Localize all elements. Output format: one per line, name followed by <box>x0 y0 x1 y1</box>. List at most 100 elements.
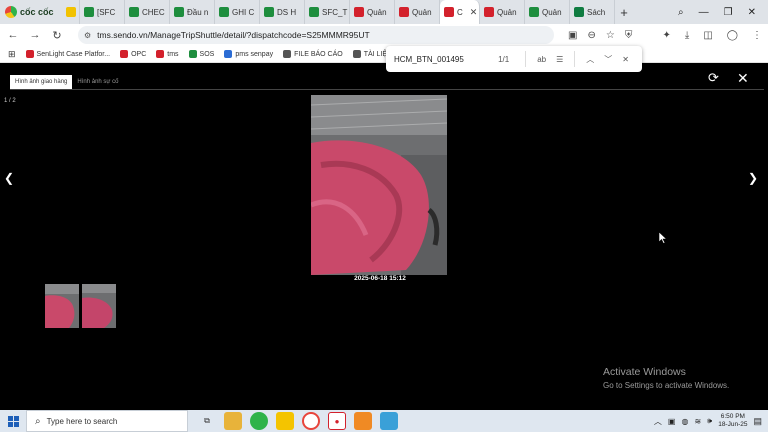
app-fox-icon[interactable] <box>354 412 372 430</box>
sidebar-icon[interactable]: ◫ <box>703 30 712 41</box>
search-placeholder: Type here to search <box>46 416 118 426</box>
tab-label: Sách <box>587 7 606 17</box>
close-viewer-icon[interactable]: ✕ <box>737 70 749 87</box>
find-match-count: 1/1 <box>498 54 510 64</box>
tab-favicon-icon <box>574 7 584 17</box>
mouse-pointer-icon <box>658 231 668 249</box>
tab-label: Quản <box>497 7 517 17</box>
app-o-icon[interactable] <box>302 412 320 430</box>
find-previous-chevron-up-icon[interactable]: ︿ <box>586 54 594 65</box>
bookmark-item[interactable]: pms senpay <box>224 50 273 58</box>
close-window-button[interactable]: ✕ <box>748 7 756 18</box>
app-s-icon[interactable]: ● <box>328 412 346 430</box>
browser-tab[interactable]: C ✕ <box>440 0 480 24</box>
site-info-icon[interactable]: ⚙ <box>84 31 91 40</box>
brand-label: cốc cốc <box>20 7 54 17</box>
thumbnail-2[interactable] <box>82 284 116 328</box>
close-find-icon[interactable]: ✕ <box>622 55 629 64</box>
bookmark-favicon-icon <box>224 50 233 58</box>
browser-tab[interactable]: [SFC <box>80 0 125 24</box>
tray-chevron-up-icon[interactable]: ︿ <box>654 416 662 427</box>
photo-timestamp: 2025-06-18 15:12 <box>354 275 406 282</box>
bookmark-item[interactable]: SOS <box>188 50 214 58</box>
notifications-icon[interactable]: ▤ <box>753 416 762 427</box>
bookmark-label: pms senpay <box>235 50 274 58</box>
match-case-toggle[interactable]: ab <box>537 55 546 64</box>
bookmark-item[interactable]: OPC <box>120 50 146 58</box>
next-image-arrow-icon[interactable]: ❯ <box>748 171 758 185</box>
tray-app-icon[interactable]: ▣ <box>668 417 676 426</box>
bookmark-star-icon[interactable]: ☆ <box>606 30 615 41</box>
restore-button[interactable]: ❐ <box>724 7 733 18</box>
previous-image-arrow-icon[interactable]: ❮ <box>4 171 14 185</box>
wifi-icon[interactable]: ≋ <box>694 417 701 426</box>
watermark-subtitle: Go to Settings to activate Windows. <box>603 381 730 390</box>
windows-taskbar: ⌕ Type here to search ⧉ ● ︿ ▣ ◍ ≋ 🕪 6:50… <box>0 410 768 432</box>
network-icon[interactable]: ◍ <box>681 417 688 426</box>
zoom-icon[interactable]: ⊖ <box>587 30 595 41</box>
tab-favicon-icon <box>444 7 454 17</box>
sticky-notes-icon[interactable] <box>276 412 294 430</box>
page-translate-icon[interactable]: ▣ <box>568 30 577 41</box>
browser-tab[interactable]: Quản <box>350 0 395 24</box>
viewer-tab[interactable]: Hình ảnh giao hàng <box>10 75 73 89</box>
tab-label: Quản <box>367 7 387 17</box>
taskbar-clock[interactable]: 6:50 PM 18-Jun-25 <box>718 413 747 429</box>
browser-tab[interactable]: Đầu n <box>170 0 215 24</box>
browser-tab[interactable]: GHI C <box>215 0 260 24</box>
delivery-photo[interactable] <box>311 95 447 275</box>
browser-tab[interactable]: Quản <box>525 0 570 24</box>
close-tab-icon[interactable]: ✕ <box>470 7 478 18</box>
bookmark-item[interactable]: SenLight Case Platfor... <box>25 50 110 58</box>
windows-start-button[interactable] <box>0 410 26 432</box>
activate-windows-watermark: Activate Windows Go to Settings to activ… <box>603 366 729 390</box>
app-notepad-icon[interactable] <box>380 412 398 430</box>
taskbar-search-box[interactable]: ⌕ Type here to search <box>26 410 188 432</box>
new-tab-button[interactable]: + <box>615 5 633 20</box>
coccoc-logo-icon <box>5 6 17 18</box>
browser-tab[interactable]: SFC_T <box>305 0 350 24</box>
tab-search-icon[interactable]: ⌕ <box>678 7 684 18</box>
browser-tab[interactable]: CHEC <box>125 0 170 24</box>
coccoc-taskbar-icon[interactable] <box>250 412 268 430</box>
forward-button[interactable]: → <box>28 29 42 41</box>
rotate-icon[interactable]: ⟳ <box>708 70 719 86</box>
bookmark-label: FILE BÁO CÁO <box>294 50 343 58</box>
download-icon[interactable]: ⤓ <box>685 30 689 41</box>
menu-icon[interactable]: ⋮ <box>752 30 762 41</box>
file-explorer-icon[interactable] <box>224 412 242 430</box>
browser-tab[interactable] <box>62 0 80 24</box>
minimize-button[interactable]: — <box>699 7 709 18</box>
extensions-icon[interactable]: ✦ <box>663 30 671 41</box>
bookmark-favicon-icon <box>156 50 165 58</box>
task-view-icon[interactable]: ⧉ <box>198 412 216 430</box>
image-counter: 1 / 2 <box>4 98 16 104</box>
tab-label: DS H <box>277 7 297 17</box>
search-icon: ⌕ <box>35 415 41 427</box>
shield-icon[interactable]: ⛨ <box>625 30 633 41</box>
viewer-tab[interactable]: Hình ảnh sự cố <box>72 75 123 89</box>
browser-brand[interactable]: cốc cốc <box>0 0 62 24</box>
back-button[interactable]: ← <box>6 29 20 41</box>
browser-tab[interactable]: Quản <box>395 0 440 24</box>
tab-favicon-icon <box>399 7 409 17</box>
find-separator <box>574 51 576 67</box>
find-options-icon[interactable]: ☰ <box>556 55 563 64</box>
browser-tab[interactable]: Sách <box>570 0 615 24</box>
thumbnail-1[interactable] <box>45 284 79 328</box>
bookmark-item[interactable]: tms <box>156 50 179 58</box>
volume-icon[interactable]: 🕪 <box>707 416 712 426</box>
bookmark-favicon-icon <box>120 50 129 58</box>
url-field[interactable]: ⚙ tms.sendo.vn/ManageTripShuttle/detail/… <box>78 26 554 44</box>
reload-button[interactable]: ↻ <box>50 29 64 42</box>
find-query-input[interactable]: HCM_BTN_001495 <box>394 55 494 64</box>
find-next-chevron-down-icon[interactable]: ﹀ <box>604 54 612 65</box>
bookmark-favicon-icon <box>352 50 361 58</box>
apps-grid-icon[interactable]: ⊞ <box>8 49 16 60</box>
tab-favicon-icon <box>264 7 274 17</box>
bookmark-item[interactable]: FILE BÁO CÁO <box>283 50 343 58</box>
profile-icon[interactable]: ◯ <box>727 30 738 41</box>
tab-favicon-icon <box>484 7 494 17</box>
browser-tab[interactable]: DS H <box>260 0 305 24</box>
browser-tab[interactable]: Quản <box>480 0 525 24</box>
